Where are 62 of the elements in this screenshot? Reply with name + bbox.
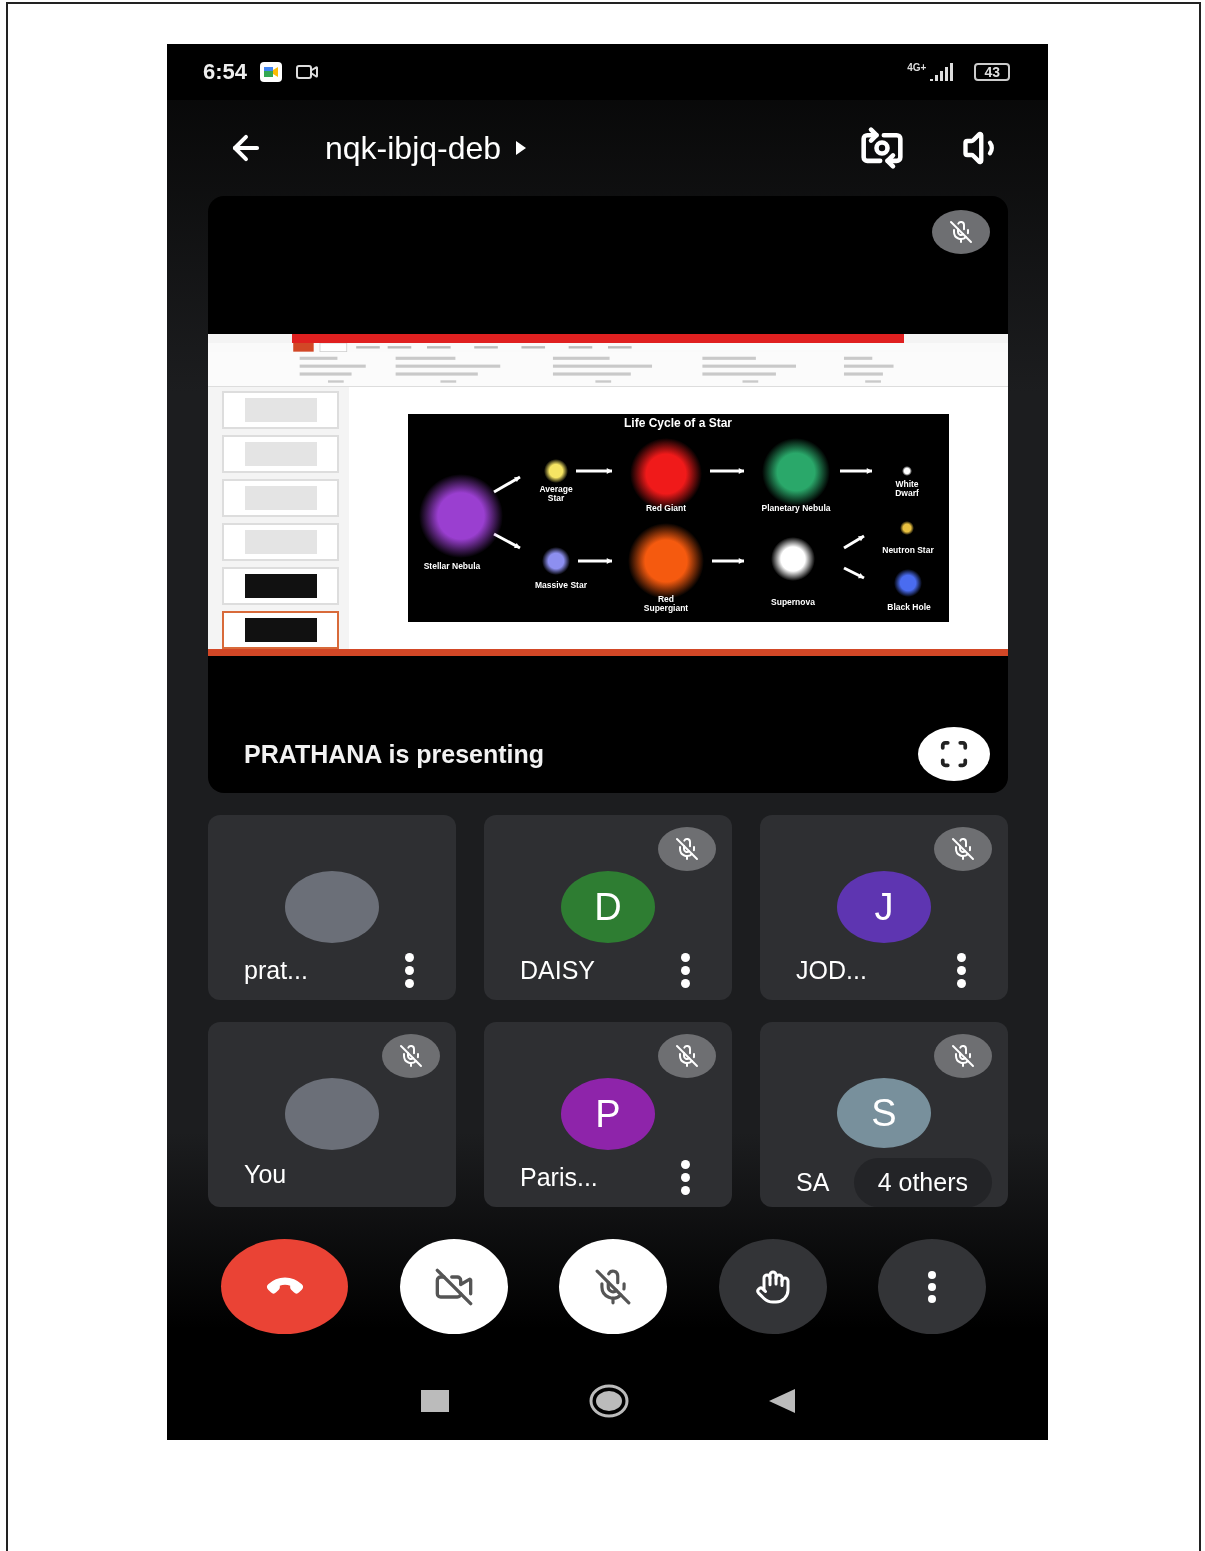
battery-level: 43 <box>974 63 1010 81</box>
participant-name: You <box>244 1160 287 1189</box>
home-button[interactable] <box>588 1384 629 1418</box>
slide-label: Black Hole <box>887 602 931 613</box>
more-button[interactable] <box>405 953 414 988</box>
slide-label: White Dwarf <box>895 479 919 499</box>
slide-title: Life Cycle of a Star <box>624 416 732 431</box>
arrow-icon <box>578 558 612 565</box>
meet-app-icon <box>259 61 284 83</box>
slide-label: Stellar Nebula <box>423 561 481 572</box>
network-type: 4G+ <box>907 62 927 73</box>
arrow-icon <box>576 468 612 475</box>
slide-label: Neutron Star <box>882 545 934 556</box>
avatar: D <box>561 871 655 943</box>
dots-icon <box>681 953 690 988</box>
signal-icon <box>930 63 955 81</box>
caret-icon <box>515 140 528 156</box>
dots-icon <box>957 953 966 988</box>
slide-label: Massive Star <box>535 580 587 591</box>
recents-button[interactable] <box>420 1390 449 1412</box>
participant-name: SA <box>796 1168 830 1197</box>
slide-label: Average Star <box>539 484 573 504</box>
more-button[interactable] <box>957 953 966 988</box>
participant-tile[interactable]: S SA 4 others <box>760 1022 1008 1207</box>
arrow-icon <box>493 475 521 494</box>
participant-tile[interactable]: P Paris... <box>484 1022 732 1207</box>
participant-name: JOD... <box>796 956 867 985</box>
slide-thumbnail[interactable] <box>222 611 339 650</box>
meeting-code-button[interactable]: nqk-ibjq-deb <box>325 129 528 167</box>
mic-off-icon <box>594 1267 632 1306</box>
participant-tile[interactable]: prat... <box>208 815 456 1000</box>
participant-tile[interactable]: D DAISY <box>484 815 732 1000</box>
slide-label: Red Supergiant <box>643 594 689 614</box>
arrow-icon <box>710 468 744 475</box>
participant-tile[interactable]: J JOD... <box>760 815 1008 1000</box>
participant-tile[interactable]: You <box>208 1022 456 1207</box>
slide-label: Supernova <box>771 597 815 608</box>
avatar: J <box>837 871 931 943</box>
arrow-icon <box>712 558 744 565</box>
dots-icon <box>681 1160 690 1195</box>
switch-camera-button[interactable] <box>860 126 904 170</box>
participant-name: DAISY <box>520 956 596 985</box>
slide-label: Red Giant <box>645 503 687 514</box>
arrow-icon <box>843 534 865 550</box>
more-button[interactable] <box>681 953 690 988</box>
status-time: 6:54 <box>203 59 248 85</box>
participant-name: Paris... <box>520 1163 598 1192</box>
arrow-icon <box>843 566 865 580</box>
avatar: S <box>837 1078 931 1148</box>
avatar: P <box>561 1078 655 1150</box>
hand-icon <box>754 1268 791 1305</box>
dots-icon <box>405 953 414 988</box>
video-off-icon <box>433 1266 474 1307</box>
dots-icon <box>928 1270 936 1303</box>
arrow-icon <box>840 468 872 475</box>
participant-name: prat... <box>244 956 308 985</box>
back-nav-button[interactable] <box>768 1389 795 1413</box>
fullscreen-icon <box>939 739 969 769</box>
others-badge[interactable]: 4 others <box>853 1158 992 1207</box>
presenter-text: PRATHANA is presenting <box>244 739 545 769</box>
more-button[interactable] <box>681 1160 690 1195</box>
slide-label: Planetary Nebula <box>761 503 831 514</box>
